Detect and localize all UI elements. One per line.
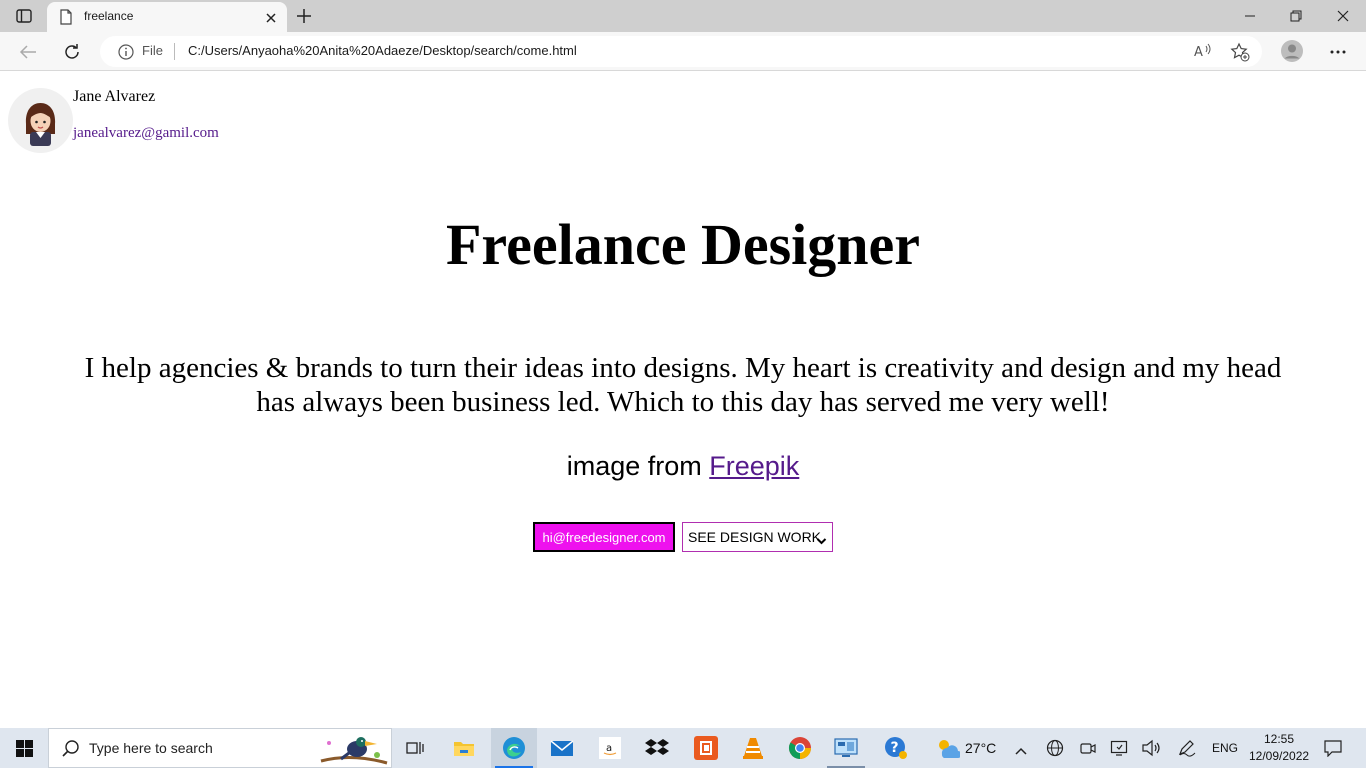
minimize-icon[interactable] [1238,6,1262,26]
new-tab-icon[interactable] [294,6,314,26]
address-bar[interactable]: File C:/Users/Anyaoha%20Anita%20Adaeze/D… [100,36,1262,67]
search-placeholder: Type here to search [89,740,213,756]
image-credit-prefix: image from [566,451,710,481]
image-credit: image from Freepik [0,451,1366,482]
office-icon[interactable] [683,728,729,768]
vlc-player-icon[interactable] [730,728,776,768]
pen-icon[interactable] [1177,739,1197,761]
chevron-down-icon [816,533,827,545]
notifications-icon[interactable] [1323,739,1343,761]
favorites-add-icon[interactable] [1230,42,1250,66]
svg-text:?: ? [891,740,899,756]
profile-avatar-icon[interactable] [1281,40,1303,62]
read-aloud-icon[interactable]: A [1194,43,1212,63]
page-content: Jane Alvarez janealvarez@gamil.com Freel… [0,71,1366,728]
browser-nav-bar: File C:/Users/Anyaoha%20Anita%20Adaeze/D… [0,32,1366,71]
info-icon[interactable] [118,44,134,60]
svg-text:a: a [606,743,612,754]
browser-tab[interactable]: freelance [47,2,287,32]
clock-date[interactable]: 12/09/2022 [1249,749,1309,763]
taskbar-search-box[interactable]: Type here to search [48,728,392,768]
network-globe-icon[interactable] [1046,739,1064,761]
svg-text:A: A [1194,45,1203,59]
search-highlight-bird-icon [317,731,391,767]
page-title: Freelance Designer [445,212,921,277]
windows-start-icon[interactable] [0,728,48,768]
back-arrow-icon[interactable] [17,41,39,63]
display-icon[interactable] [1110,739,1128,761]
weather-icon[interactable] [936,738,962,764]
page-icon [59,9,73,25]
control-panel-icon[interactable] [823,728,869,768]
intro-paragraph: I help agencies & brands to turn their i… [84,352,1282,418]
weather-temperature[interactable]: 27°C [965,740,996,756]
profile-name: Jane Alvarez [73,88,156,105]
close-tab-icon[interactable] [264,10,278,24]
address-scheme-label: File [142,43,163,58]
chevron-up-icon[interactable] [1014,741,1028,760]
task-view-icon[interactable] [393,728,439,768]
design-work-select[interactable]: SEE DESIGN WORK [682,522,833,552]
tab-title: freelance [84,9,134,23]
input-language[interactable]: ENG [1212,741,1238,755]
more-options-icon[interactable] [1327,41,1349,63]
design-work-select-value: SEE DESIGN WORK [688,529,822,545]
profile-email-link[interactable]: janealvarez@gamil.com [73,125,219,142]
freepik-link[interactable]: Freepik [709,451,799,481]
volume-icon[interactable] [1141,739,1161,761]
meet-now-icon[interactable] [1079,739,1097,761]
refresh-icon[interactable] [61,41,83,63]
help-icon[interactable]: ? [873,728,919,768]
chrome-browser-icon[interactable] [777,728,823,768]
tab-actions-icon[interactable] [8,6,40,26]
close-window-icon[interactable] [1331,6,1355,26]
profile-avatar [8,88,73,153]
restore-icon[interactable] [1284,6,1308,26]
mail-icon[interactable] [539,728,585,768]
address-divider [174,43,175,60]
file-explorer-icon[interactable] [441,728,487,768]
windows-taskbar: Type here to search a ? 27°C ENG 12:55 1… [0,728,1366,768]
dropbox-icon[interactable] [634,728,680,768]
browser-tab-bar: freelance [0,0,1366,32]
address-url[interactable]: C:/Users/Anyaoha%20Anita%20Adaeze/Deskto… [188,43,577,58]
email-button[interactable]: hi@freedesigner.com [533,522,675,552]
amazon-icon[interactable]: a [587,728,633,768]
search-icon [61,739,81,759]
edge-browser-icon[interactable] [491,728,537,768]
clock-time[interactable]: 12:55 [1264,732,1294,746]
